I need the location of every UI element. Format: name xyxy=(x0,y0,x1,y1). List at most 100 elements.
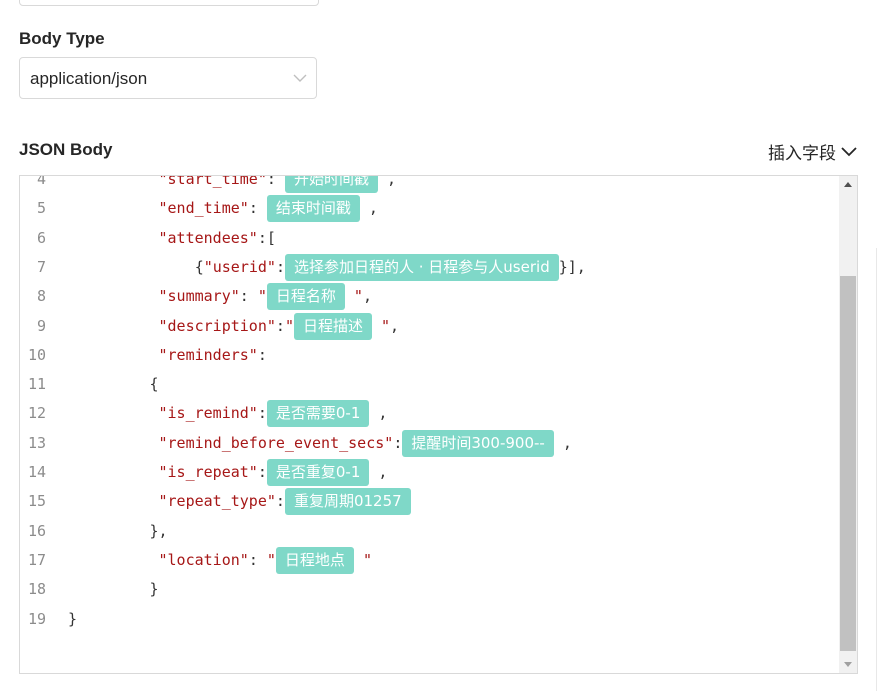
line-number: 16 xyxy=(27,521,46,540)
code-line[interactable]: 4 "start_time": 开始时间戳 , xyxy=(20,176,839,194)
json-punctuation: { xyxy=(149,375,159,394)
json-key: "is_repeat" xyxy=(158,463,258,481)
variable-tag[interactable]: 是否重复0-1 xyxy=(266,459,370,486)
json-punctuation: : xyxy=(393,433,403,452)
json-key: "end_time" xyxy=(158,199,249,218)
json-punctuation: , xyxy=(377,176,397,188)
json-key: " xyxy=(257,287,267,306)
code-line[interactable]: 8 "summary": " 日程名称 ", xyxy=(20,282,839,311)
body-type-value: application/json xyxy=(30,69,148,88)
json-key: " xyxy=(371,316,391,335)
code-line[interactable]: 5 "end_time": 结束时间戳 , xyxy=(20,194,839,223)
json-punctuation: : xyxy=(248,550,267,569)
line-number: 11 xyxy=(27,375,46,394)
code-line[interactable]: 15 "repeat_type": 重复周期01257 xyxy=(20,487,839,516)
code-area[interactable]: 4 "start_time": 开始时间戳 , 5 "end_time": 结束时间戳… xyxy=(20,176,839,673)
json-key: " xyxy=(353,550,372,569)
line-number: 4 xyxy=(36,176,46,188)
variable-tag[interactable]: 是否需要0-1 xyxy=(266,400,370,428)
variable-tag[interactable]: 重复周期01257 xyxy=(284,488,411,516)
json-key: " xyxy=(266,550,276,569)
json-punctuation: :[ xyxy=(257,228,276,247)
code-line[interactable]: 14 "is_repeat": 是否重复0-1 , xyxy=(20,458,839,487)
json-key: "is_remind" xyxy=(158,404,258,423)
line-number: 14 xyxy=(27,463,46,481)
variable-tag[interactable]: 选择参加日程的人 · 日程参与人userid xyxy=(285,253,559,281)
line-number: 13 xyxy=(27,433,46,452)
json-punctuation: , xyxy=(369,404,388,423)
json-punctuation: : xyxy=(257,463,267,481)
code-line[interactable]: 17 "location": " 日程地点 " xyxy=(20,546,839,575)
json-key: "description" xyxy=(158,316,276,335)
json-punctuation: : xyxy=(266,176,285,188)
json-punctuation: : xyxy=(257,404,267,423)
line-number: 5 xyxy=(36,199,46,218)
json-punctuation: } xyxy=(68,609,78,628)
insert-field-label: 插入字段 xyxy=(768,144,836,163)
json-punctuation: : xyxy=(239,287,258,306)
json-punctuation: , xyxy=(359,199,378,218)
json-punctuation: , xyxy=(369,463,388,481)
previous-field-box[interactable] xyxy=(19,0,319,6)
json-key: "repeat_type" xyxy=(158,492,276,511)
json-key: "userid" xyxy=(203,257,276,276)
json-key: " xyxy=(284,316,294,335)
line-number: 18 xyxy=(27,580,46,599)
json-body-label: JSON Body xyxy=(19,140,113,159)
json-key: "reminders" xyxy=(158,345,258,364)
line-number: 17 xyxy=(27,550,46,569)
code-line[interactable]: 11 { xyxy=(20,370,839,399)
code-line[interactable]: 19} xyxy=(20,605,839,634)
code-line[interactable]: 9 "description":" 日程描述 ", xyxy=(20,312,839,341)
scroll-down-icon[interactable] xyxy=(839,655,857,673)
json-body-editor[interactable]: 4 "start_time": 开始时间戳 , 5 "end_time": 结束时间戳… xyxy=(19,175,858,674)
variable-tag[interactable]: 日程名称 xyxy=(266,283,345,311)
json-key: "remind_before_event_secs" xyxy=(158,433,394,452)
json-punctuation: , xyxy=(390,316,400,335)
line-number: 19 xyxy=(27,609,46,628)
json-key: "start_time" xyxy=(158,176,267,188)
json-punctuation: }, xyxy=(149,521,168,540)
code-line[interactable]: 12 "is_remind": 是否需要0-1 , xyxy=(20,399,839,428)
line-number: 8 xyxy=(36,287,46,306)
json-key: "location" xyxy=(158,550,249,569)
json-punctuation: } xyxy=(149,580,159,599)
json-key: "summary" xyxy=(158,287,240,306)
json-punctuation: : xyxy=(275,316,285,335)
editor-scrollbar[interactable] xyxy=(839,176,857,673)
scroll-up-icon[interactable] xyxy=(839,176,857,194)
variable-tag[interactable]: 提醒时间300-900-- xyxy=(402,429,554,457)
body-type-select[interactable]: application/json xyxy=(19,57,317,99)
code-line[interactable]: 6 "attendees":[ xyxy=(20,224,839,253)
line-number: 10 xyxy=(27,345,46,364)
variable-tag[interactable]: 日程地点 xyxy=(275,546,354,574)
line-number: 9 xyxy=(36,316,46,335)
code-line[interactable]: 18} xyxy=(20,575,839,604)
code-line[interactable]: 7 {"userid": 选择参加日程的人 · 日程参与人userid}], xyxy=(20,253,839,282)
json-punctuation: : xyxy=(248,199,267,218)
json-punctuation: , xyxy=(553,433,572,452)
insert-field-button[interactable]: 插入字段 xyxy=(768,139,858,164)
json-punctuation: }], xyxy=(558,257,586,276)
json-key: " xyxy=(344,287,363,306)
json-punctuation: , xyxy=(362,287,372,306)
json-punctuation: : xyxy=(257,345,267,364)
variable-tag[interactable]: 日程描述 xyxy=(293,312,372,340)
chevron-down-icon xyxy=(293,74,307,82)
body-type-label: Body Type xyxy=(19,29,105,48)
page-scrollbar[interactable] xyxy=(876,248,882,691)
line-number: 12 xyxy=(27,404,46,423)
code-line[interactable]: 13 "remind_before_event_secs": 提醒时间300-900… xyxy=(20,429,839,458)
line-number: 15 xyxy=(27,492,46,511)
scrollbar-thumb[interactable] xyxy=(840,276,856,651)
variable-tag[interactable]: 结束时间戳 xyxy=(266,195,360,223)
line-number: 6 xyxy=(36,228,46,247)
variable-tag[interactable]: 开始时间戳 xyxy=(284,176,378,193)
json-punctuation: { xyxy=(194,257,204,276)
chevron-down-icon xyxy=(841,146,857,156)
line-number: 7 xyxy=(36,257,46,276)
json-punctuation: : xyxy=(275,492,285,511)
json-key: "attendees" xyxy=(158,228,258,247)
code-line[interactable]: 10 "reminders": xyxy=(20,341,839,370)
code-line[interactable]: 16}, xyxy=(20,517,839,546)
